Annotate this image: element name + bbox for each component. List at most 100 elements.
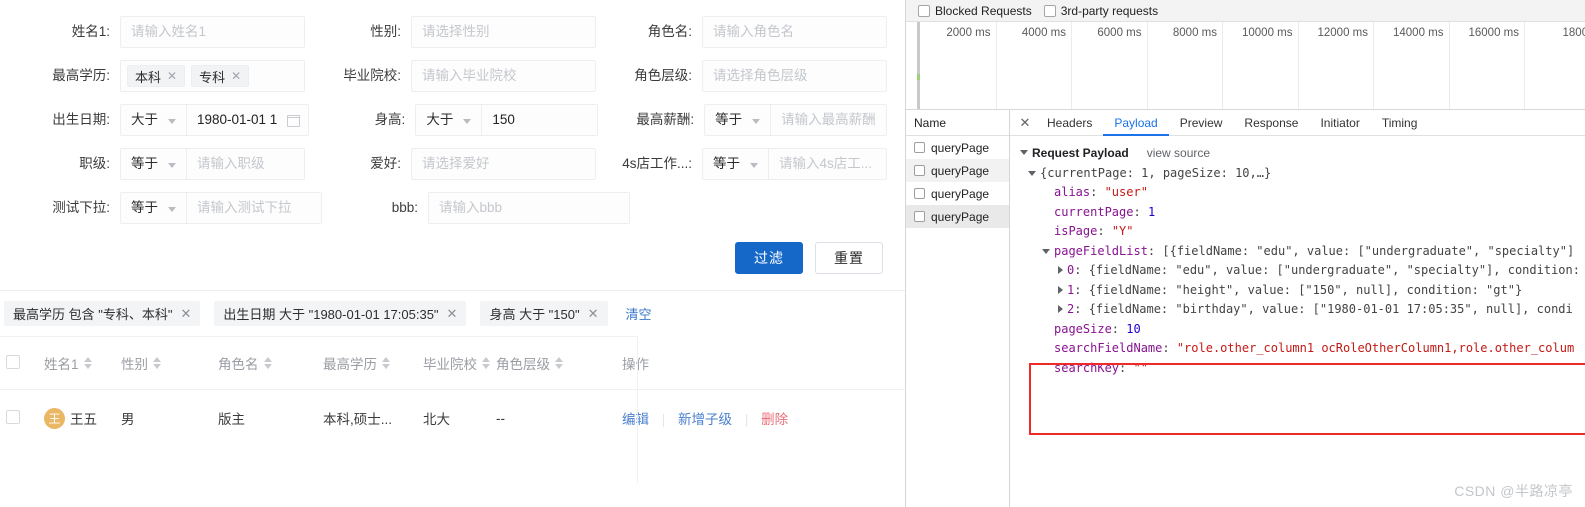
row-checkbox[interactable] [6,409,20,424]
reset-button[interactable]: 重置 [815,242,883,274]
chevron-right-icon[interactable] [1058,285,1063,294]
field-control[interactable]: 等于 请输入4s店工... [702,148,887,180]
field-control[interactable]: 请选择角色层级 [702,60,887,92]
payload-line-item-2[interactable]: 2: {fieldName: "birthday", value: ["1980… [1020,300,1585,320]
tab-payload[interactable]: Payload [1103,110,1168,136]
birthday-input[interactable]: 1980-01-01 1 [187,105,287,135]
request-payload-title[interactable]: Request Payload view source [1020,144,1585,164]
payload-key: alias [1054,185,1091,199]
filter-chip[interactable]: 出生日期 大于 "1980-01-01 17:05:35" ✕ [214,301,467,326]
select-all-checkbox[interactable] [6,354,20,369]
4s-work-operator-select[interactable]: 等于 [703,149,769,179]
column-header-education[interactable]: 最高学历 [323,353,423,373]
column-header-role-name[interactable]: 角色名 [218,353,323,373]
education-tag[interactable]: 本科 ✕ [127,65,186,87]
third-party-requests-checkbox[interactable]: 3rd-party requests [1043,4,1158,18]
blocked-requests-checkbox[interactable]: Blocked Requests [918,4,1032,18]
field-control[interactable]: 大于 150 [415,104,599,136]
chevron-down-icon[interactable] [1028,170,1036,176]
payload-line-pagefieldlist[interactable]: pageFieldList: [{fieldName: "edu", value… [1020,242,1585,262]
field-role-level: 角色层级: 请选择角色层级 [616,60,887,92]
close-icon[interactable]: ✕ [180,306,191,322]
sort-icon[interactable] [153,357,161,369]
payload-line-root[interactable]: {currentPage: 1, pageSize: 10,…} [1020,164,1585,184]
chevron-down-icon [168,162,176,168]
filter-chip[interactable]: 最高学历 包含 "专科、本科" ✕ [4,301,201,326]
tab-preview[interactable]: Preview [1169,110,1234,136]
close-icon[interactable]: ✕ [588,306,599,322]
column-header-name1[interactable]: 姓名1 [36,353,121,373]
form-row: 出生日期: 大于 1980-01-01 1 身高: 大于 150 最高薪酬: 等… [18,104,887,136]
4s-work-input[interactable]: 请输入4s店工... [769,149,886,179]
add-child-link[interactable]: 新增子级 [678,412,732,427]
network-timeline-ruler[interactable]: 2000 ms 4000 ms 6000 ms 8000 ms 10000 ms 1200… [906,22,1585,110]
sort-icon[interactable] [83,357,92,369]
view-source-link[interactable]: view source [1147,144,1210,164]
height-input[interactable]: 150 [482,105,597,135]
name1-input[interactable]: 请输入姓名1 [121,17,304,47]
tab-timing[interactable]: Timing [1371,110,1429,136]
request-row[interactable]: queryPage [906,182,1009,205]
field-control[interactable]: 请选择性别 [411,16,596,48]
field-control[interactable]: 等于 请输入测试下拉 [120,192,322,224]
delete-link[interactable]: 删除 [761,412,788,427]
field-control[interactable]: 请输入bbb [428,192,630,224]
request-row[interactable]: queryPage [906,159,1009,182]
bbb-input[interactable]: 请输入bbb [429,193,629,223]
column-header-school[interactable]: 毕业院校 [423,353,496,373]
height-operator-select[interactable]: 大于 [416,105,483,135]
chevron-down-icon[interactable] [1042,248,1050,254]
payload-line-item-1[interactable]: 1: {fieldName: "height", value: ["150", … [1020,281,1585,301]
payload-line-item-0[interactable]: 0: {fieldName: "edu", value: ["undergrad… [1020,261,1585,281]
gender-select[interactable]: 请选择性别 [412,17,595,47]
job-level-input[interactable]: 请输入职级 [187,149,304,179]
role-level-select[interactable]: 请选择角色层级 [703,61,886,91]
tab-response[interactable]: Response [1233,110,1309,136]
salary-operator-select[interactable]: 等于 [705,105,772,135]
payload-line-alias: alias: "user" [1054,185,1148,199]
sort-icon[interactable] [382,357,390,369]
field-control[interactable]: 大于 1980-01-01 1 [120,104,310,136]
sort-icon[interactable] [482,357,490,369]
field-control[interactable]: 等于 请输入最高薪酬 [704,104,887,136]
timeline-tick-label: 6000 ms [1097,27,1142,39]
role-name-input[interactable]: 请输入角色名 [703,17,886,47]
education-tag[interactable]: 专科 ✕ [191,65,250,87]
field-height: 身高: 大于 150 [329,104,599,136]
school-input[interactable]: 请输入毕业院校 [412,61,595,91]
close-icon[interactable]: ✕ [1014,110,1036,136]
job-level-operator-select[interactable]: 等于 [121,149,187,179]
field-control[interactable]: 请输入毕业院校 [411,60,596,92]
birthday-operator-select[interactable]: 大于 [121,105,187,135]
test-dropdown-operator-select[interactable]: 等于 [121,193,187,223]
field-control[interactable]: 等于 请输入职级 [120,148,305,180]
column-header-gender[interactable]: 性别 [121,353,218,373]
sort-icon[interactable] [555,357,563,369]
payload-key: pageFieldList [1054,243,1148,258]
tab-initiator[interactable]: Initiator [1309,110,1370,136]
chevron-right-icon[interactable] [1058,305,1063,313]
max-salary-input[interactable]: 请输入最高薪酬 [771,105,886,135]
sort-icon[interactable] [263,357,272,369]
hobby-select[interactable]: 请选择爱好 [412,149,595,179]
clear-filters-link[interactable]: 清空 [626,304,652,323]
tag-remove-icon[interactable]: ✕ [167,69,177,83]
close-icon[interactable]: ✕ [447,306,458,322]
field-control[interactable]: 请选择爱好 [411,148,596,180]
field-control[interactable]: 请输入角色名 [702,16,887,48]
timeline-green-marker [917,74,920,80]
chevron-right-icon[interactable] [1058,266,1063,274]
tag-remove-icon[interactable]: ✕ [231,69,241,83]
test-dropdown-input[interactable]: 请输入测试下拉 [187,193,321,223]
filter-chip[interactable]: 身高 大于 "150" ✕ [480,301,608,326]
edit-link[interactable]: 编辑 [622,412,649,427]
request-row-selected[interactable]: queryPage [906,205,1009,228]
tab-headers[interactable]: Headers [1036,110,1103,136]
field-control[interactable]: 请输入姓名1 [120,16,305,48]
calendar-icon[interactable] [287,114,301,127]
chevron-down-icon[interactable] [1020,150,1028,156]
column-header-role-level[interactable]: 角色层级 [496,353,600,373]
request-row[interactable]: queryPage [906,136,1009,159]
filter-button[interactable]: 过滤 [735,242,803,274]
field-control[interactable]: 本科 ✕ 专科 ✕ [120,60,305,92]
